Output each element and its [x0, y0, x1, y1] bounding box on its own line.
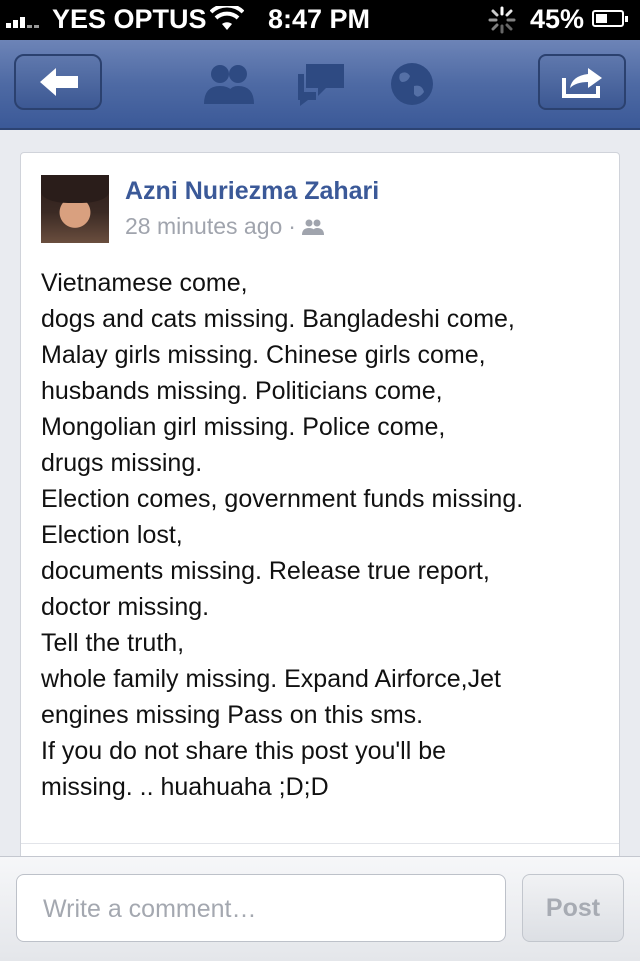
friends-icon[interactable] [200, 60, 256, 108]
signal-strength-icon [6, 14, 46, 28]
activity-spinner-icon [488, 6, 516, 34]
post-line: Election lost, [41, 521, 183, 549]
carrier-name: YES OPTUS [52, 4, 207, 34]
post-timestamp[interactable]: 28 minutes ago [125, 213, 282, 239]
share-button[interactable] [538, 54, 626, 110]
status-bar: YES OPTUS 8:47 PM 45% [0, 0, 640, 40]
post-line: documents missing. Release true report, [41, 557, 490, 585]
battery-percent: 45% [530, 4, 585, 34]
meta-separator: · [288, 213, 296, 239]
post-body: Vietnamese come, dogs and cats missing. B… [41, 265, 611, 805]
comment-input[interactable]: Write a comment… [16, 874, 506, 942]
post-meta: 28 minutes ago · [125, 213, 324, 240]
author-name[interactable]: Azni Nuriezma Zahari [125, 177, 379, 206]
post-line: If you do not share this post you'll be [41, 737, 447, 765]
comment-bar: Write a comment… Post [0, 856, 640, 961]
wifi-icon [210, 6, 244, 30]
post-button[interactable]: Post [522, 874, 624, 942]
globe-icon[interactable] [388, 60, 436, 108]
post-line: missing. .. huahuaha ;D;D [41, 773, 329, 801]
post-line: whole family missing. Expand Airforce,Je… [41, 665, 501, 693]
post-line: Tell the truth, [41, 629, 185, 657]
post-line: dogs and cats missing. Bangladeshi come, [41, 305, 515, 333]
back-button[interactable] [14, 54, 102, 110]
friends-privacy-icon [301, 219, 324, 235]
messages-icon[interactable] [296, 60, 348, 108]
post-line: Vietnamese come, [41, 269, 248, 297]
share-icon [562, 68, 602, 98]
post-line: engines missing Pass on this sms. [41, 701, 424, 729]
post-line: Malay girls missing. Chinese girls come, [41, 341, 486, 369]
clock: 8:47 PM [268, 4, 371, 34]
avatar[interactable] [41, 175, 109, 243]
post-line: husbands missing. Politicians come, [41, 377, 443, 405]
nav-bar [0, 40, 640, 130]
divider [21, 843, 619, 844]
post-line: Election comes, government funds missing… [41, 485, 524, 513]
post-card: Azni Nuriezma Zahari 28 minutes ago · Vie… [20, 152, 620, 872]
post-line: doctor missing. [41, 593, 210, 621]
post-line: drugs missing. [41, 449, 203, 477]
post-line: Mongolian girl missing. Police come, [41, 413, 446, 441]
battery-icon [592, 10, 628, 27]
back-arrow-icon [40, 68, 78, 96]
